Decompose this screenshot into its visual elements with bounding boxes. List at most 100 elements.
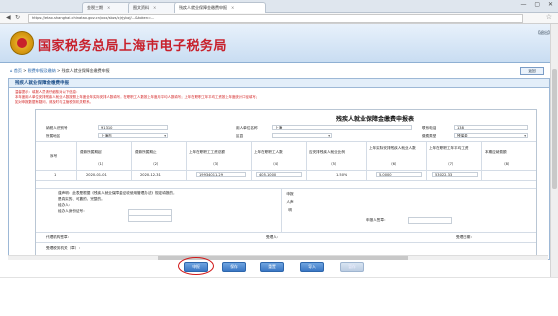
district-label: 区县 [236,134,244,138]
column-number: （1） [96,162,106,166]
form-panel: 残疾人就业保障金缴费申报 温馨提示：填报人员请仔细核对以下信息： 本年度用人单位… [8,78,550,260]
column-header: 上年在职职工人数 [254,150,283,154]
form-title: 残疾人就业保障金缴费申报表 [336,116,415,123]
column-number: （3） [211,162,221,166]
sector-label: 缴费类型 [422,134,437,138]
notice-line: 如对申报数据有疑问，请及时与主管税务机关联系。 [15,100,93,104]
unit-name-field[interactable]: 上海 [272,125,412,130]
table-rule [186,141,187,180]
receive-date-label: 受理日期： [456,235,474,239]
import-button[interactable]: 导入 [300,262,324,272]
column-number: （4） [271,162,281,166]
breadcrumb-current: 残疾人就业保障金缴费申报 [61,68,110,73]
column-number: （5） [329,162,339,166]
table-rule [36,188,536,189]
column-header: 上年在职职工工资总额 [189,150,225,154]
table-rule [306,141,307,180]
column-header: 上年在职职工年平均工资 [429,146,469,150]
panel-title: 残疾人就业保障金缴费申报 [9,79,549,88]
disabled-count-field[interactable]: 5.0000 [376,172,422,177]
row-seq: 1 [54,173,57,177]
breadcrumb-home[interactable]: 首页 [14,68,22,73]
column-number: （6） [389,162,399,166]
home-icon[interactable]: ⌂ [10,68,13,73]
agent-id-field[interactable] [128,215,172,222]
page-footer [0,277,558,316]
taxpayer-id-label: 纳税人识别号 [46,126,68,130]
period-end: 2020-12-31 [140,173,161,177]
seq-header: 序号 [50,154,58,158]
staff-field[interactable]: 405.1000 [256,172,302,177]
horizontal-scrollbar[interactable] [8,255,548,260]
notice-text: 温馨提示：填报人员请仔细核对以下信息： 本年度用人单位安排残疾人就业人数按照上年… [15,90,543,105]
vertical-scrollbar[interactable] [550,24,558,277]
declaration-heading: 申报人声明 [286,192,294,212]
close-icon[interactable]: × [231,5,234,10]
url-input[interactable]: https://etax.shanghai.chinatax.gov.cn/xx… [28,14,523,23]
table-rule [251,141,252,180]
scrollbar-thumb[interactable] [552,69,557,189]
table-rule [36,141,536,142]
column-header: 费款所属期止 [135,150,157,154]
back-arrow-icon[interactable]: ◀ [6,14,11,21]
column-number: （7） [446,162,456,166]
breadcrumb: ⌂ 首页 > 税费申报及缴纳 > 残疾人就业保障金缴费申报 [0,66,558,75]
agent-org-label: 代理机构签章： [46,235,72,239]
table-rule [481,141,482,180]
receiver-label: 受理人： [266,235,281,239]
table-rule [36,232,536,233]
column-header: 费款所属期起 [80,150,102,154]
draft-button[interactable]: 暂存 [340,262,364,272]
app-window: 金税三期 × 图文资料 × 残疾人就业保障金缴费申报 × — ▢ ✕ ◀ ↻ http… [0,0,558,316]
table-rule [426,141,427,180]
signature-label: 申报人签章： [366,218,388,222]
avg-wage-field[interactable]: 53022.33 [432,172,478,177]
reset-button[interactable]: 重置 [260,262,284,272]
contact-field[interactable]: 138 [454,125,528,130]
table-rule [36,180,536,181]
unit-name-label: 用人单位名称 [236,126,258,130]
browser-tab-1[interactable]: 金税三期 × [82,2,134,13]
address-bar: ◀ ↻ https://etax.shanghai.chinatax.gov.c… [0,13,558,24]
site-title: 国家税务总局上海市电子税务局 [38,39,228,54]
table-rule [281,188,282,232]
star-icon[interactable]: ☆ [546,13,552,21]
tab-label: 图文资料 [133,5,149,10]
period-start: 2020-01-01 [86,173,107,177]
save-button[interactable]: 保存 [222,262,246,272]
district-select[interactable] [272,133,332,138]
declaration-form: 残疾人就业保障金缴费申报表 纳税人识别号 91310 用人单位名称 上海 联系电… [35,109,537,259]
column-header: 上年实际安排残疾人就业人数 [369,146,416,150]
tab-label: 金税三期 [87,5,103,10]
table-rule [76,141,77,180]
column-number: （8） [502,162,512,166]
tax-office-label: 受理税务机关（章）： [46,246,82,250]
national-emblem-icon [10,31,34,55]
browser-tab-active[interactable]: 残疾人就业保障金缴费申报 × [174,2,266,13]
column-header: 本期应纳费额 [485,150,507,154]
signature-field[interactable] [408,217,452,224]
close-icon[interactable]: × [107,5,110,10]
wages-field[interactable]: 19934011.29 [196,172,246,177]
back-button[interactable]: 返回 [520,67,544,75]
region-select[interactable]: 上海市 [98,133,168,138]
highlight-circle [178,257,214,275]
window-controls[interactable]: — ▢ ✕ [520,1,556,8]
tab-label: 残疾人就业保障金缴费申报 [179,5,227,10]
browser-tab-bar: 金税三期 × 图文资料 × 残疾人就业保障金缴费申报 × — ▢ ✕ [0,0,558,13]
sector-select[interactable]: 残保金 [454,133,528,138]
browser-tab-2[interactable]: 图文资料 × [128,2,180,13]
table-rule [36,170,536,171]
table-rule [131,141,132,180]
refresh-icon[interactable]: ↻ [15,14,20,21]
column-header: 应安排残疾人就业比例 [309,150,345,154]
contact-label: 联系电话 [422,126,437,130]
site-header: 国家税务总局上海市电子税务局 【退出】 [0,24,558,63]
taxpayer-id-field[interactable]: 91310 [98,125,168,130]
breadcrumb-link[interactable]: 税费申报及缴纳 [28,68,56,73]
table-rule [36,242,536,243]
region-label: 所属地区 [46,134,61,138]
close-icon[interactable]: × [153,5,156,10]
ratio-value: 1.50% [336,173,348,177]
table-rule [366,141,367,180]
